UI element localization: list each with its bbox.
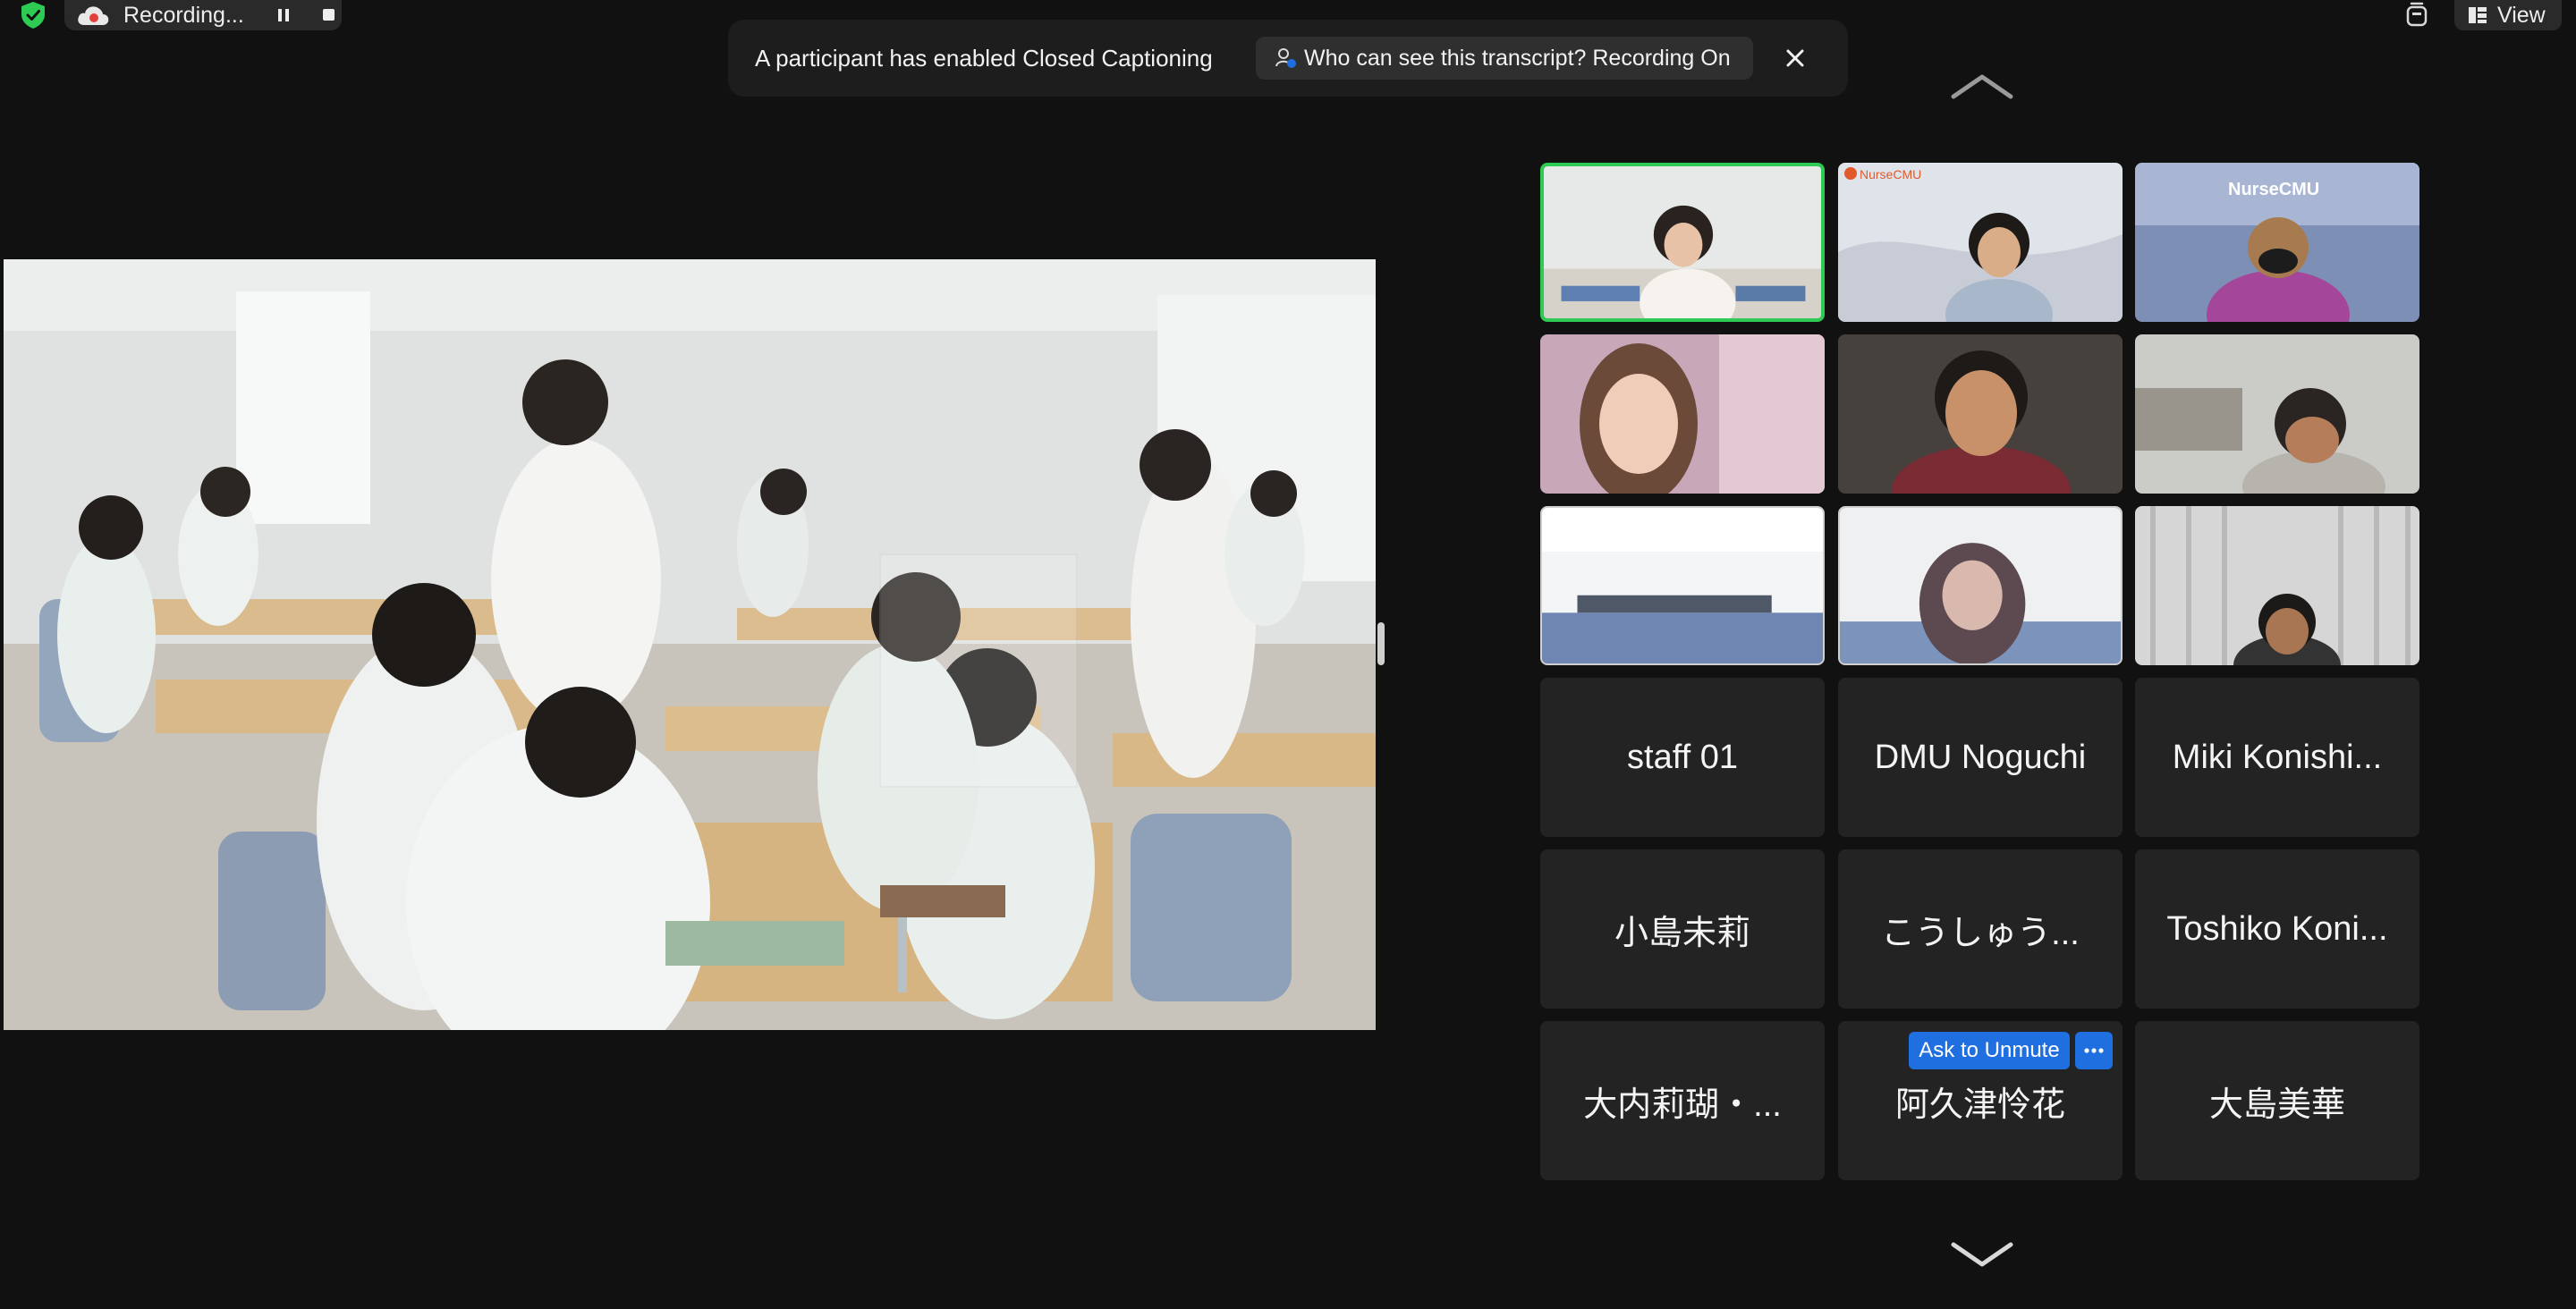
recording-label: Recording...	[123, 3, 244, 28]
participant-name: 小島未莉	[1614, 914, 1750, 952]
participant-video: NurseCMU	[1838, 163, 2123, 322]
more-options-button[interactable]	[2075, 1032, 2113, 1069]
participant-video-tile[interactable]	[1540, 163, 1825, 322]
closed-caption-notification: A participant has enabled Closed Caption…	[728, 20, 1848, 97]
view-button[interactable]: View	[2454, 0, 2562, 30]
shared-screen-video	[4, 259, 1376, 1030]
participant-name-tile[interactable]: こうしゅう...	[1838, 849, 2123, 1009]
classroom-scene	[4, 259, 1376, 1030]
participant-video-tile[interactable]	[1540, 506, 1825, 665]
participant-video-tile[interactable]: NurseCMU	[2135, 163, 2419, 322]
participant-name-tile[interactable]: 小島未莉	[1540, 849, 1825, 1009]
participant-video-tile[interactable]	[2135, 334, 2419, 494]
chevron-up-icon[interactable]	[1948, 70, 2016, 102]
chevron-down-icon[interactable]	[1948, 1239, 2016, 1271]
participant-name: staff 01	[1627, 738, 1738, 776]
participant-video-tile[interactable]	[1838, 334, 2123, 494]
security-shield-icon[interactable]	[16, 0, 50, 30]
ask-to-unmute-button[interactable]: Ask to Unmute	[1909, 1032, 2070, 1069]
participant-video	[1840, 508, 2121, 663]
participant-name: DMU Noguchi	[1874, 738, 2087, 776]
participant-video-tile[interactable]: NurseCMU	[1838, 163, 2123, 322]
nursecmu-logo: NurseCMU	[2228, 180, 2319, 199]
participant-name-tile[interactable]: 大島美華	[2135, 1021, 2419, 1180]
participant-video	[1540, 334, 1825, 494]
participant-name-tile[interactable]: DMU Noguchi	[1838, 678, 2123, 837]
caption-message: A participant has enabled Closed Caption…	[755, 45, 1213, 72]
transcript-visibility-button[interactable]: Who can see this transcript? Recording O…	[1256, 37, 1753, 80]
participant-video: NurseCMU	[2135, 163, 2419, 322]
pause-recording-icon[interactable]	[274, 5, 293, 25]
participant-name: Miki Konishi...	[2172, 738, 2383, 776]
participant-video-tile[interactable]	[2135, 506, 2419, 665]
stop-recording-icon[interactable]	[318, 5, 338, 25]
participant-video-tile[interactable]	[1540, 334, 1825, 494]
panel-resize-handle[interactable]	[1377, 622, 1385, 665]
participant-video	[2135, 334, 2419, 494]
recording-indicator: Recording...	[64, 0, 342, 30]
person-info-icon	[1275, 48, 1296, 68]
participant-video-tile[interactable]	[1838, 506, 2123, 665]
grid-view-icon	[2469, 7, 2487, 23]
participant-name: こうしゅう...	[1881, 914, 2080, 952]
participant-name-tile[interactable]: Toshiko Koni...	[2135, 849, 2419, 1009]
camera-switch-icon[interactable]	[2401, 0, 2433, 30]
participant-name-tile[interactable]: 大内莉瑚・...	[1540, 1021, 1825, 1180]
nursecmu-logo: NurseCMU	[1860, 167, 1921, 182]
close-icon[interactable]	[1780, 43, 1810, 73]
participant-video	[1838, 334, 2123, 494]
participant-name-tile[interactable]: Miki Konishi...	[2135, 678, 2419, 837]
transcript-visibility-label: Who can see this transcript? Recording O…	[1304, 45, 1731, 71]
participant-name: Toshiko Koni...	[2166, 909, 2388, 948]
cloud-recording-icon	[78, 6, 109, 25]
participant-name: 大内莉瑚・...	[1583, 1085, 1782, 1124]
participant-video	[1542, 508, 1823, 663]
more-dots-icon	[2084, 1048, 2104, 1053]
participant-video	[2135, 506, 2419, 665]
participant-name: 大島美華	[2208, 1085, 2345, 1124]
participant-video	[1544, 166, 1821, 318]
view-label: View	[2497, 2, 2546, 28]
participant-name-tile[interactable]: staff 01	[1540, 678, 1825, 837]
